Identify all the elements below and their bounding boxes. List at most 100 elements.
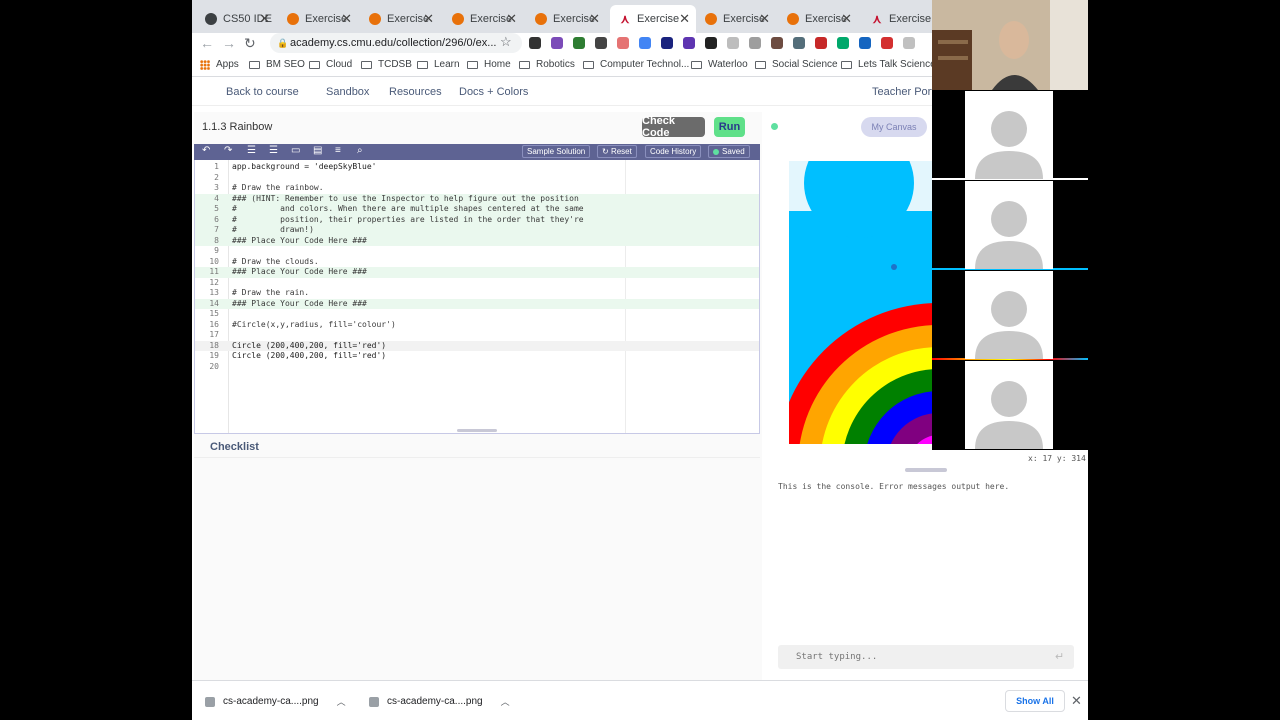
horizontal-scrollbar[interactable] bbox=[457, 429, 497, 432]
run-button[interactable]: Run bbox=[714, 117, 745, 137]
bookmark-folder[interactable]: Waterloo bbox=[691, 59, 748, 70]
close-icon[interactable]: ✕ bbox=[759, 11, 770, 27]
reset-button[interactable]: ↻ Reset bbox=[597, 145, 637, 158]
nav-sandbox[interactable]: Sandbox bbox=[326, 86, 369, 98]
bookmark-folder[interactable]: BM SEO bbox=[249, 59, 305, 70]
code-line[interactable]: 10 # Draw the clouds. bbox=[195, 257, 759, 268]
close-icon[interactable]: ✕ bbox=[679, 11, 690, 27]
extension-icon[interactable] bbox=[529, 37, 541, 49]
back-icon[interactable]: ← bbox=[200, 35, 214, 51]
extension-icon[interactable] bbox=[903, 37, 915, 49]
code-line[interactable]: 16 #Circle(x,y,radius, fill='colour') bbox=[195, 320, 759, 331]
bookmark-folder[interactable]: Home bbox=[467, 59, 511, 70]
browser-tab[interactable]: Exercise ✕ bbox=[526, 5, 606, 33]
bookmark-folder[interactable]: TCDSB bbox=[361, 59, 412, 70]
nav-teacher-portal[interactable]: Teacher Port bbox=[872, 86, 934, 98]
format-icon[interactable]: ▤ bbox=[313, 145, 322, 156]
nav-docs-colors[interactable]: Docs + Colors bbox=[459, 86, 528, 98]
extension-icon[interactable] bbox=[705, 37, 717, 49]
code-line[interactable]: 11 ### Place Your Code Here ### bbox=[195, 267, 759, 278]
show-all-button[interactable]: Show All bbox=[1005, 690, 1065, 712]
code-line[interactable]: 7 # drawn!) bbox=[195, 225, 759, 236]
browser-tab[interactable]: ⋏ Exercise bbox=[862, 5, 932, 33]
code-line[interactable]: 13 # Draw the rain. bbox=[195, 288, 759, 299]
forward-icon[interactable]: → bbox=[222, 35, 236, 51]
code-line[interactable]: 8 ### Place Your Code Here ### bbox=[195, 235, 759, 246]
extension-icon[interactable] bbox=[617, 37, 629, 49]
browser-tab[interactable]: CS50 IDE ✕ bbox=[196, 5, 276, 33]
console-input[interactable] bbox=[778, 645, 1074, 669]
code-line[interactable]: 15 bbox=[195, 309, 759, 320]
code-line[interactable]: 9 bbox=[195, 246, 759, 257]
code-line[interactable]: 4 ### (HINT: Remember to use the Inspecto… bbox=[195, 193, 759, 204]
sample-solution-button[interactable]: Sample Solution bbox=[522, 145, 591, 158]
wrap-icon[interactable]: ≡ bbox=[335, 145, 341, 156]
chevron-up-icon[interactable]: ︿ bbox=[501, 695, 510, 708]
extension-icon[interactable] bbox=[749, 37, 761, 49]
extension-icon[interactable] bbox=[727, 37, 739, 49]
bookmark-folder[interactable]: Lets Talk Science bbox=[841, 59, 936, 70]
browser-tab[interactable]: Exercise ✕ bbox=[443, 5, 523, 33]
code-history-button[interactable]: Code History bbox=[645, 145, 702, 158]
redo-icon[interactable]: ↷ bbox=[224, 145, 232, 156]
close-icon[interactable]: ✕ bbox=[841, 11, 852, 27]
close-icon[interactable]: ✕ bbox=[341, 11, 352, 27]
close-icon[interactable]: ✕ bbox=[423, 11, 434, 27]
browser-tab[interactable]: Exercise ✕ bbox=[696, 5, 776, 33]
tab-my-canvas[interactable]: My Canvas bbox=[861, 117, 927, 137]
nav-resources[interactable]: Resources bbox=[389, 86, 442, 98]
reload-icon[interactable]: ↻ bbox=[244, 35, 256, 52]
code-line[interactable]: 12 bbox=[195, 278, 759, 289]
bookmark-folder[interactable]: Learn bbox=[417, 59, 460, 70]
code-line[interactable]: 20 bbox=[195, 362, 759, 373]
extension-icon[interactable] bbox=[793, 37, 805, 49]
drawing-canvas[interactable] bbox=[789, 161, 932, 444]
extension-icon[interactable] bbox=[661, 37, 673, 49]
bookmark-folder[interactable]: Cloud bbox=[309, 59, 352, 70]
extension-icon[interactable] bbox=[859, 37, 871, 49]
browser-tab[interactable]: Exercise ✕ bbox=[278, 5, 358, 33]
comment-icon[interactable]: ▭ bbox=[291, 145, 300, 156]
indent-icon[interactable]: ☰ bbox=[247, 145, 256, 156]
close-icon[interactable]: ✕ bbox=[589, 11, 600, 27]
code-line[interactable]: 3 # Draw the rainbow. bbox=[195, 183, 759, 194]
nav-back-to-course[interactable]: Back to course bbox=[226, 86, 299, 98]
code-line[interactable]: 17 bbox=[195, 330, 759, 341]
extension-icon[interactable] bbox=[771, 37, 783, 49]
star-icon[interactable]: ☆ bbox=[500, 34, 512, 50]
enter-icon[interactable]: ↵ bbox=[1055, 650, 1064, 663]
code-editor[interactable]: 1 app.background = 'deepSkyBlue' 2 3 # Draw … bbox=[194, 160, 760, 434]
code-line[interactable]: 19 Circle (200,400,200, fill='red') bbox=[195, 351, 759, 362]
extension-icon[interactable] bbox=[683, 37, 695, 49]
extension-icon[interactable] bbox=[881, 37, 893, 49]
browser-tab[interactable]: Exercise ✕ bbox=[360, 5, 440, 33]
extension-icon[interactable] bbox=[815, 37, 827, 49]
extension-icon[interactable] bbox=[573, 37, 585, 49]
checklist-header[interactable]: Checklist bbox=[194, 436, 760, 458]
extension-icon[interactable] bbox=[595, 37, 607, 49]
download-item[interactable]: cs-academy-ca....png ︿ bbox=[369, 695, 510, 708]
check-code-button[interactable]: Check Code bbox=[642, 115, 705, 139]
url-field[interactable]: 🔒 academy.cs.cmu.edu/collection/296/0/ex… bbox=[270, 33, 522, 53]
extension-icon[interactable] bbox=[551, 37, 563, 49]
dedent-icon[interactable]: ☰ bbox=[269, 145, 278, 156]
chevron-up-icon[interactable]: ︿ bbox=[337, 695, 346, 708]
undo-icon[interactable]: ↶ bbox=[202, 145, 210, 156]
code-line[interactable]: 5 # and colors. When there are multiple s… bbox=[195, 204, 759, 215]
download-item[interactable]: cs-academy-ca....png ︿ bbox=[205, 695, 346, 708]
code-line[interactable]: 18 Circle (200,400,200, fill='red') bbox=[195, 340, 759, 351]
browser-tab-active[interactable]: ⋏ Exercise ✕ bbox=[610, 5, 696, 33]
code-line[interactable]: 2 bbox=[195, 173, 759, 184]
extension-icon[interactable] bbox=[837, 37, 849, 49]
bookmark-folder[interactable]: Robotics bbox=[519, 59, 575, 70]
close-icon[interactable]: ✕ bbox=[1071, 693, 1082, 709]
code-line[interactable]: 14 ### Place Your Code Here ### bbox=[195, 298, 759, 309]
close-icon[interactable]: ✕ bbox=[259, 11, 270, 27]
code-line[interactable]: 6 # position, their properties are listed… bbox=[195, 214, 759, 225]
panel-splitter[interactable] bbox=[905, 468, 947, 472]
bookmark-apps[interactable]: Apps bbox=[200, 59, 239, 70]
bookmark-folder[interactable]: Computer Technol... bbox=[583, 59, 689, 70]
bookmark-folder[interactable]: Social Science bbox=[755, 59, 838, 70]
browser-tab[interactable]: Exercise ✕ bbox=[778, 5, 858, 33]
extension-icon[interactable] bbox=[639, 37, 651, 49]
